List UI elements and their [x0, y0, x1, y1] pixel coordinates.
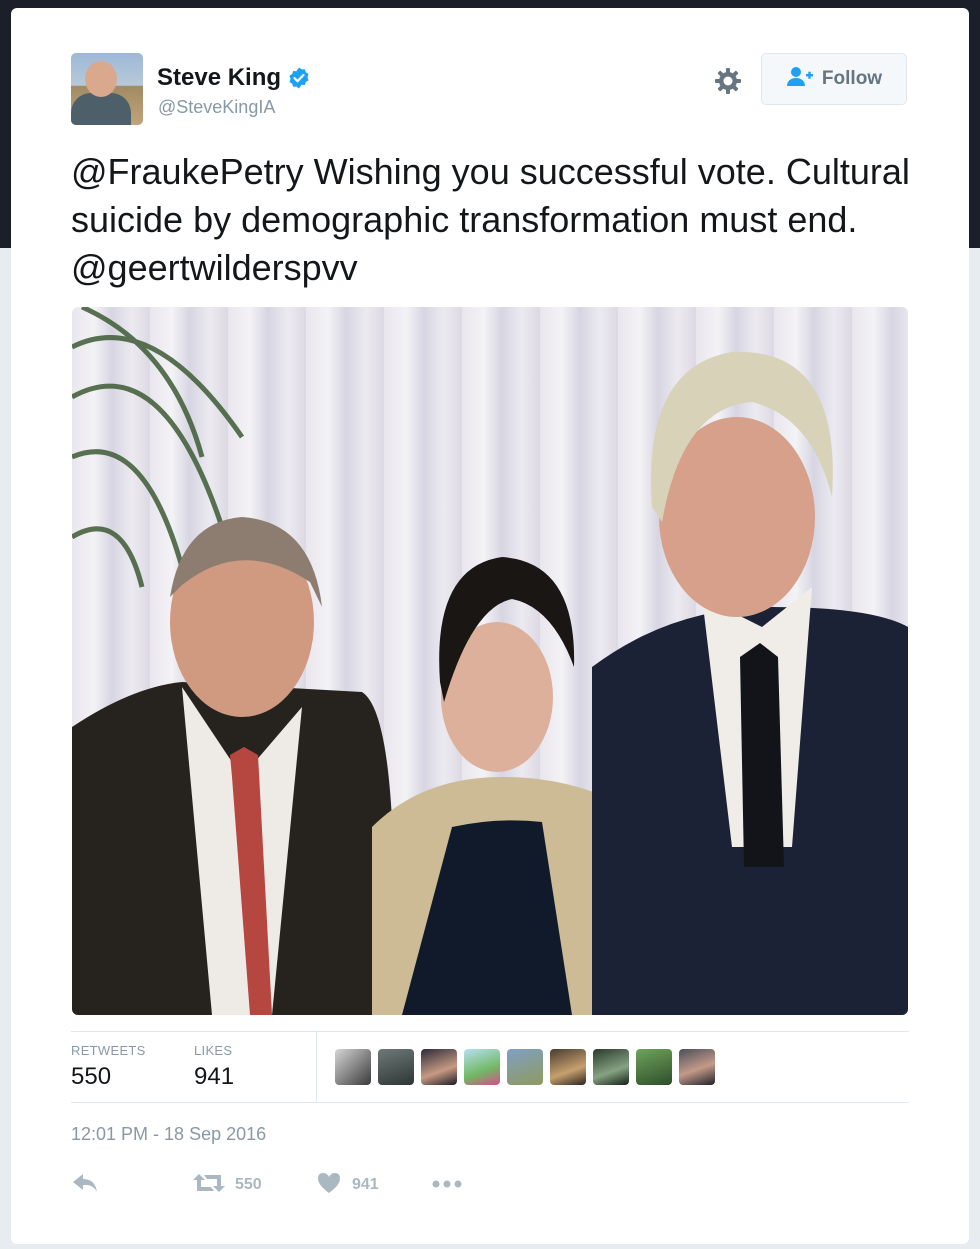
mention-link[interactable]: @FraukePetry: [71, 151, 304, 192]
author-name-row[interactable]: Steve King: [157, 64, 311, 92]
retweet-icon: [193, 1172, 225, 1199]
tweet-card: Steve King @SteveKingIA Follow @FraukePe…: [11, 8, 969, 1244]
liker-avatars: [335, 1049, 715, 1085]
tweet-text: @FraukePetry Wishing you successful vote…: [71, 148, 921, 292]
liker-avatar[interactable]: [464, 1049, 500, 1085]
retweets-label[interactable]: RETWEETS: [71, 1043, 146, 1058]
author-name[interactable]: Steve King: [157, 64, 281, 92]
author-avatar[interactable]: [71, 53, 143, 125]
liker-avatar[interactable]: [636, 1049, 672, 1085]
liker-avatar[interactable]: [679, 1049, 715, 1085]
add-user-icon: [786, 66, 814, 93]
liker-avatar[interactable]: [593, 1049, 629, 1085]
retweet-action-count: 550: [235, 1176, 262, 1193]
stats-divider-top: [71, 1031, 909, 1032]
tweet-photo[interactable]: [72, 307, 908, 1015]
gear-icon[interactable]: [711, 64, 745, 98]
likes-label[interactable]: LIKES: [194, 1043, 232, 1058]
liker-avatar[interactable]: [507, 1049, 543, 1085]
mention-link[interactable]: @geertwilderspvv: [71, 247, 358, 288]
follow-button[interactable]: Follow: [761, 53, 907, 105]
stats-divider-vertical: [316, 1031, 317, 1103]
liker-avatar[interactable]: [421, 1049, 457, 1085]
retweets-count[interactable]: 550: [71, 1063, 111, 1091]
likes-count[interactable]: 941: [194, 1063, 234, 1091]
heart-icon: [316, 1171, 342, 1200]
retweet-button[interactable]: 550: [193, 1170, 262, 1200]
more-button[interactable]: [431, 1170, 463, 1200]
follow-button-label: Follow: [821, 68, 883, 89]
reply-button[interactable]: [71, 1170, 99, 1200]
stats-divider-bottom: [71, 1102, 909, 1103]
verified-badge-icon: [287, 66, 311, 90]
more-icon: [431, 1176, 463, 1194]
like-action-count: 941: [352, 1176, 379, 1193]
liker-avatar[interactable]: [378, 1049, 414, 1085]
tweet-timestamp[interactable]: 12:01 PM - 18 Sep 2016: [71, 1124, 266, 1145]
liker-avatar[interactable]: [550, 1049, 586, 1085]
author-handle[interactable]: @SteveKingIA: [158, 97, 275, 118]
reply-icon: [71, 1172, 99, 1199]
like-button[interactable]: 941: [316, 1170, 379, 1200]
liker-avatar[interactable]: [335, 1049, 371, 1085]
